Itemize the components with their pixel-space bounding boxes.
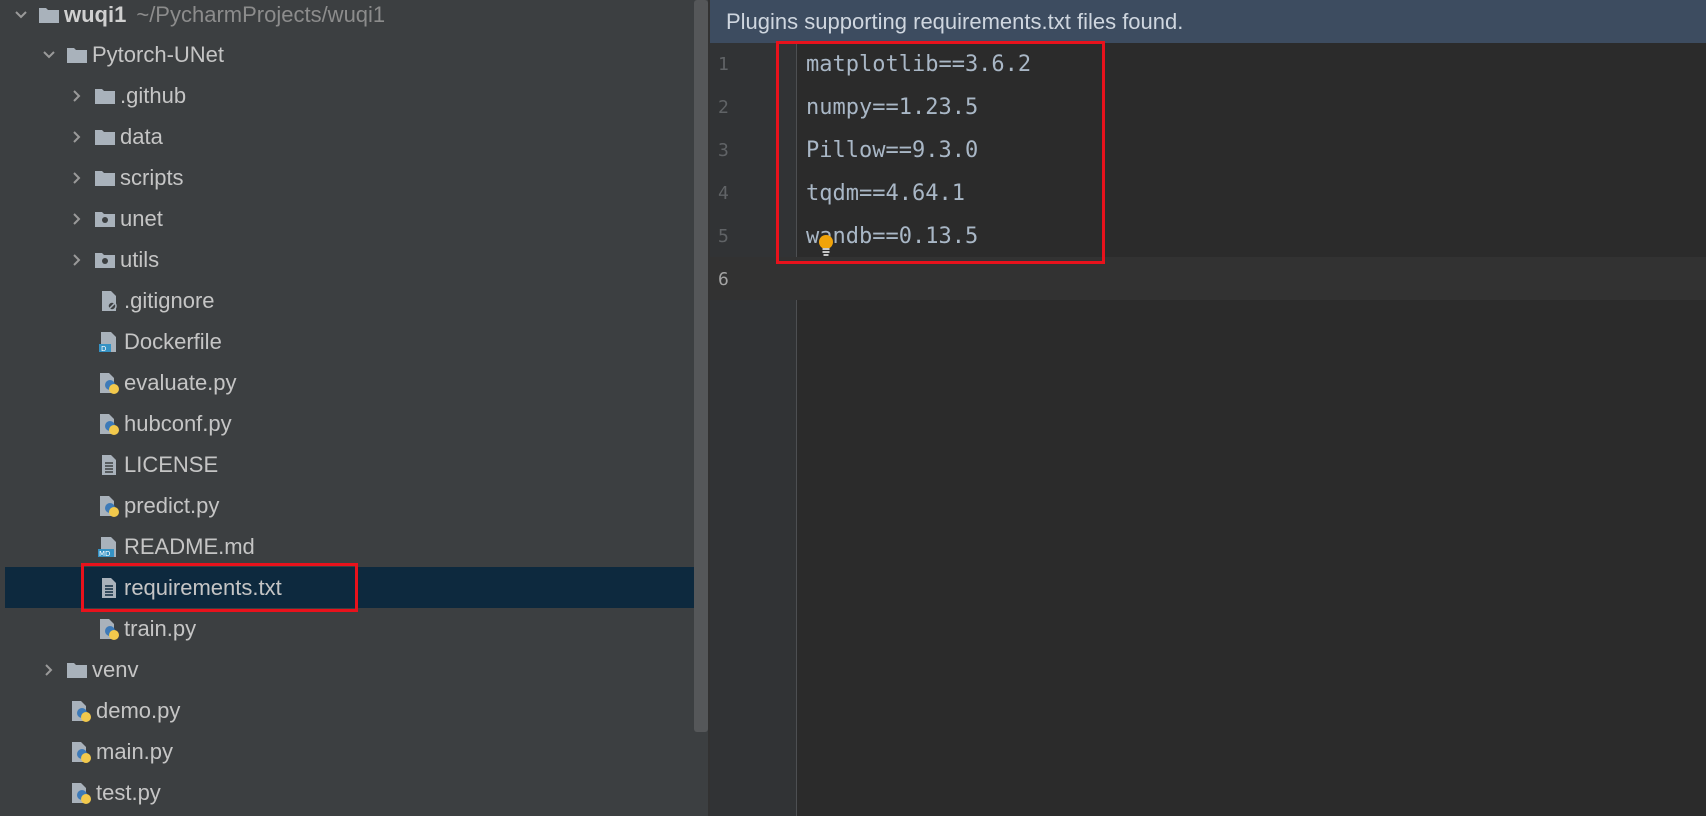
line-number: 1: [718, 54, 729, 75]
line-number: 5: [718, 226, 729, 247]
tree-item-label: unet: [120, 205, 163, 231]
chevron-down-icon[interactable]: [42, 44, 56, 66]
project-tree-panel: wuqi1 ~/PycharmProjects/wuqi1 Pytorch-UN…: [0, 0, 694, 816]
tree-item-main-py[interactable]: main.py: [0, 731, 694, 772]
tree-item-label: README.md: [124, 533, 255, 559]
tree-item-label: venv: [92, 656, 139, 682]
chevron-right-icon[interactable]: [42, 659, 56, 681]
folder-icon: [66, 44, 88, 66]
line-number: 4: [718, 183, 729, 204]
tree-item-demo-py[interactable]: demo.py: [0, 690, 694, 731]
highlight-box-tree: [81, 563, 358, 612]
tree-item-test-py[interactable]: test.py: [0, 772, 694, 813]
tree-item-label: LICENSE: [124, 451, 219, 477]
tree-item-data[interactable]: data: [0, 116, 694, 157]
folder-icon: [94, 85, 116, 107]
tree-item-evaluate-py[interactable]: evaluate.py: [0, 362, 694, 403]
python-file-icon: [70, 741, 92, 763]
tree-item-gitignore[interactable]: .gitignore: [0, 280, 694, 321]
tree-item-pytorch-unet[interactable]: Pytorch-UNet: [0, 34, 694, 75]
tree-item-label: demo.py: [96, 697, 181, 723]
ignore-file-icon: [98, 290, 120, 312]
tree-item-train-py[interactable]: train.py: [0, 608, 694, 649]
tree-item-license[interactable]: LICENSE: [0, 444, 694, 485]
python-file-icon: [98, 618, 120, 640]
chevron-right-icon[interactable]: [70, 126, 84, 148]
tree-item-label: evaluate.py: [124, 369, 237, 395]
tree-item-utils[interactable]: utils: [0, 239, 694, 280]
tree-item-dockerfile[interactable]: D Dockerfile: [0, 321, 694, 362]
tree-item-label: .gitignore: [124, 287, 215, 313]
tree-item-label: data: [120, 123, 163, 149]
plugin-notification-banner: Plugins supporting requirements.txt file…: [710, 0, 1706, 43]
line-number: 2: [718, 97, 729, 118]
python-file-icon: [98, 413, 120, 435]
highlight-box-editor: [776, 41, 1105, 264]
tree-root-row[interactable]: wuqi1 ~/PycharmProjects/wuqi1: [0, 0, 694, 35]
line-number-current: 6: [718, 269, 729, 290]
python-file-icon: [70, 700, 92, 722]
tree-item-scripts[interactable]: scripts: [0, 157, 694, 198]
tree-item-label: utils: [120, 246, 160, 272]
tree-item-label: hubconf.py: [124, 410, 232, 436]
markdown-file-icon: MD: [98, 536, 120, 558]
folder-icon: [94, 167, 116, 189]
python-file-icon: [98, 372, 120, 394]
chevron-right-icon[interactable]: [70, 167, 84, 189]
python-file-icon: [70, 782, 92, 804]
tree-item-label: Dockerfile: [124, 328, 222, 354]
tree-root-path: ~/PycharmProjects/wuqi1: [136, 1, 386, 27]
tree-root-label: wuqi1: [64, 1, 127, 27]
tree-item-label: scripts: [120, 164, 184, 190]
package-folder-icon: [94, 249, 116, 271]
python-file-icon: [98, 495, 120, 517]
tree-item-hubconf-py[interactable]: hubconf.py: [0, 403, 694, 444]
tree-item-github[interactable]: .github: [0, 75, 694, 116]
chevron-down-icon[interactable]: [14, 4, 28, 26]
package-folder-icon: [94, 208, 116, 230]
banner-text: Plugins supporting requirements.txt file…: [726, 8, 1184, 34]
tree-item-label: .github: [120, 82, 187, 108]
folder-icon: [94, 126, 116, 148]
tree-item-label: main.py: [96, 738, 174, 764]
tree-item-unet[interactable]: unet: [0, 198, 694, 239]
folder-icon: [66, 659, 88, 681]
tree-item-readme-md[interactable]: MD README.md: [0, 526, 694, 567]
chevron-right-icon[interactable]: [70, 208, 84, 230]
svg-text:MD: MD: [99, 550, 110, 558]
folder-icon: [38, 4, 60, 26]
docker-file-icon: D: [98, 331, 120, 353]
tree-item-predict-py[interactable]: predict.py: [0, 485, 694, 526]
line-number: 3: [718, 140, 729, 161]
tree-item-label: test.py: [96, 779, 161, 805]
tree-item-label: Pytorch-UNet: [92, 41, 225, 67]
tree-item-label: train.py: [124, 615, 197, 641]
svg-text:D: D: [101, 345, 106, 353]
chevron-right-icon[interactable]: [70, 85, 84, 107]
tree-item-venv[interactable]: venv: [0, 649, 694, 690]
chevron-right-icon[interactable]: [70, 249, 84, 271]
tree-item-label: predict.py: [124, 492, 220, 518]
text-file-icon: [98, 454, 120, 476]
tree-scrollbar[interactable]: [694, 0, 708, 732]
